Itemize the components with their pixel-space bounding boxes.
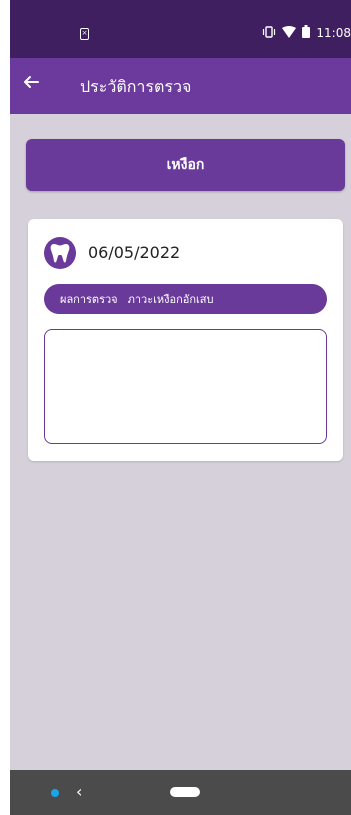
sim-card-icon: × bbox=[80, 28, 89, 40]
status-time: 11:08 bbox=[316, 26, 351, 40]
page-title: ประวัติการตรวจ bbox=[80, 77, 192, 96]
app-screen: × 11:08 ประวัติการตรวจ เหงือก 06/05/2022… bbox=[10, 0, 351, 815]
tooth-icon bbox=[44, 237, 76, 269]
status-bar: × 11:08 bbox=[10, 0, 351, 58]
result-label: ผลการตรวจ bbox=[60, 293, 118, 306]
back-button[interactable] bbox=[22, 73, 40, 95]
status-icons: 11:08 bbox=[262, 25, 351, 41]
record-date: 06/05/2022 bbox=[88, 243, 181, 262]
category-button[interactable]: เหงือก bbox=[26, 139, 345, 191]
wifi-icon bbox=[282, 25, 297, 41]
assistant-dot-icon bbox=[51, 789, 59, 797]
battery-icon bbox=[302, 25, 311, 41]
result-badge: ผลการตรวจ ภาวะเหงือกอักเสบ bbox=[44, 284, 327, 314]
result-value: ภาวะเหงือกอักเสบ bbox=[127, 293, 214, 306]
nav-back-button[interactable]: ‹ bbox=[76, 782, 82, 801]
arrow-left-icon bbox=[24, 76, 39, 88]
record-card: 06/05/2022 ผลการตรวจ ภาวะเหงือกอักเสบ bbox=[28, 219, 343, 461]
notes-field[interactable] bbox=[44, 329, 327, 444]
app-bar: ประวัติการตรวจ bbox=[10, 58, 351, 114]
vibrate-icon bbox=[262, 25, 276, 41]
system-nav-bar: ‹ bbox=[10, 770, 351, 815]
nav-home-button[interactable] bbox=[170, 787, 200, 797]
